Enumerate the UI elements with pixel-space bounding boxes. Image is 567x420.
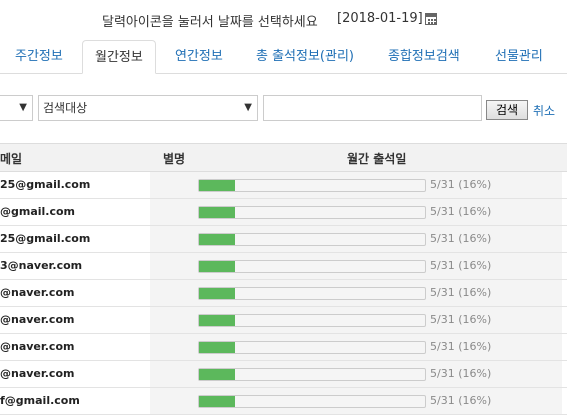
date-instruction: 달력아이콘을 눌러서 날짜를 선택하세요 bbox=[102, 15, 318, 30]
table-row[interactable]: 25@gmail.com 5/31 (16%) bbox=[0, 226, 567, 253]
attendance-count: 5/31 (16%) bbox=[430, 340, 492, 353]
email-cell: 25@gmail.com bbox=[0, 178, 91, 191]
progress-fill bbox=[199, 315, 236, 326]
search-button[interactable]: 검색 bbox=[486, 100, 528, 120]
table-row[interactable]: @naver.com 5/31 (16%) bbox=[0, 280, 567, 307]
search-input[interactable] bbox=[263, 95, 482, 121]
progress-bar bbox=[198, 368, 426, 381]
attendance-count: 5/31 (16%) bbox=[430, 232, 492, 245]
progress-fill bbox=[199, 180, 236, 191]
progress-bar bbox=[198, 233, 426, 246]
attendance-count: 5/31 (16%) bbox=[430, 394, 492, 407]
cancel-link[interactable]: 취소 bbox=[533, 102, 555, 119]
progress-bar bbox=[198, 395, 426, 408]
progress-bar bbox=[198, 314, 426, 327]
email-column-header: 메일 bbox=[0, 152, 23, 166]
attendance-count: 5/31 (16%) bbox=[430, 205, 492, 218]
tab-weekly[interactable]: 주간정보 bbox=[15, 40, 63, 73]
email-cell: @naver.com bbox=[0, 286, 75, 299]
progress-fill bbox=[199, 342, 236, 353]
progress-fill bbox=[199, 261, 236, 272]
filter-select-1[interactable]: ▼ bbox=[0, 95, 33, 121]
tab-gift-management[interactable]: 선물관리 bbox=[495, 40, 543, 73]
selected-date: [2018-01-19] bbox=[337, 11, 423, 26]
attendance-count: 5/31 (16%) bbox=[430, 313, 492, 326]
progress-bar bbox=[198, 179, 426, 192]
tab-combined-search[interactable]: 종합정보검색 bbox=[388, 40, 460, 73]
tab-bar: 주간정보 월간정보 연간정보 총 출석정보(관리) 종합정보검색 선물관리 bbox=[0, 40, 567, 74]
table-row[interactable]: @naver.com 5/31 (16%) bbox=[0, 334, 567, 361]
progress-bar bbox=[198, 287, 426, 300]
email-cell: @naver.com bbox=[0, 313, 75, 326]
progress-fill bbox=[199, 234, 236, 245]
search-target-select[interactable]: 검색대상 ▼ bbox=[38, 95, 258, 121]
progress-fill bbox=[199, 369, 236, 380]
table-row[interactable]: @gmail.com 5/31 (16%) bbox=[0, 199, 567, 226]
attendance-count: 5/31 (16%) bbox=[430, 367, 492, 380]
table-row[interactable]: @naver.com 5/31 (16%) bbox=[0, 307, 567, 334]
name-column-header: 별명 bbox=[163, 152, 186, 166]
table-body: 25@gmail.com 5/31 (16%) @gmail.com 5/31 … bbox=[0, 172, 567, 415]
attendance-count: 5/31 (16%) bbox=[430, 286, 492, 299]
chevron-down-icon: ▼ bbox=[244, 102, 252, 113]
progress-bar bbox=[198, 260, 426, 273]
search-target-value: 검색대상 bbox=[43, 101, 88, 115]
progress-fill bbox=[199, 207, 236, 218]
chevron-down-icon: ▼ bbox=[19, 102, 27, 113]
progress-bar bbox=[198, 206, 426, 219]
email-cell: @gmail.com bbox=[0, 205, 76, 218]
table-row[interactable]: @naver.com 5/31 (16%) bbox=[0, 361, 567, 388]
progress-fill bbox=[199, 396, 236, 407]
top-bar: 달력아이콘을 눌러서 날짜를 선택하세요 [2018-01-19] bbox=[0, 0, 567, 38]
calendar-icon[interactable] bbox=[425, 13, 437, 25]
table-row[interactable]: 3@naver.com 5/31 (16%) bbox=[0, 253, 567, 280]
table-header: 메일 별명 월간 출석일 bbox=[0, 143, 567, 172]
email-cell: 3@naver.com bbox=[0, 259, 83, 272]
email-cell: f@gmail.com bbox=[0, 394, 80, 407]
attendance-count: 5/31 (16%) bbox=[430, 178, 492, 191]
table-row[interactable]: f@gmail.com 5/31 (16%) bbox=[0, 388, 567, 415]
email-cell: 25@gmail.com bbox=[0, 232, 91, 245]
email-cell: @naver.com bbox=[0, 340, 75, 353]
table-row[interactable]: 25@gmail.com 5/31 (16%) bbox=[0, 172, 567, 199]
email-cell: @naver.com bbox=[0, 367, 75, 380]
tab-yearly[interactable]: 연간정보 bbox=[175, 40, 223, 73]
attendance-count: 5/31 (16%) bbox=[430, 259, 492, 272]
tab-monthly[interactable]: 월간정보 bbox=[82, 40, 156, 74]
progress-fill bbox=[199, 288, 236, 299]
tab-total-attendance[interactable]: 총 출석정보(관리) bbox=[256, 40, 354, 73]
progress-bar bbox=[198, 341, 426, 354]
filter-bar: ▼ 검색대상 ▼ 검색 취소 bbox=[0, 95, 567, 125]
attendance-column-header: 월간 출석일 bbox=[347, 152, 407, 166]
